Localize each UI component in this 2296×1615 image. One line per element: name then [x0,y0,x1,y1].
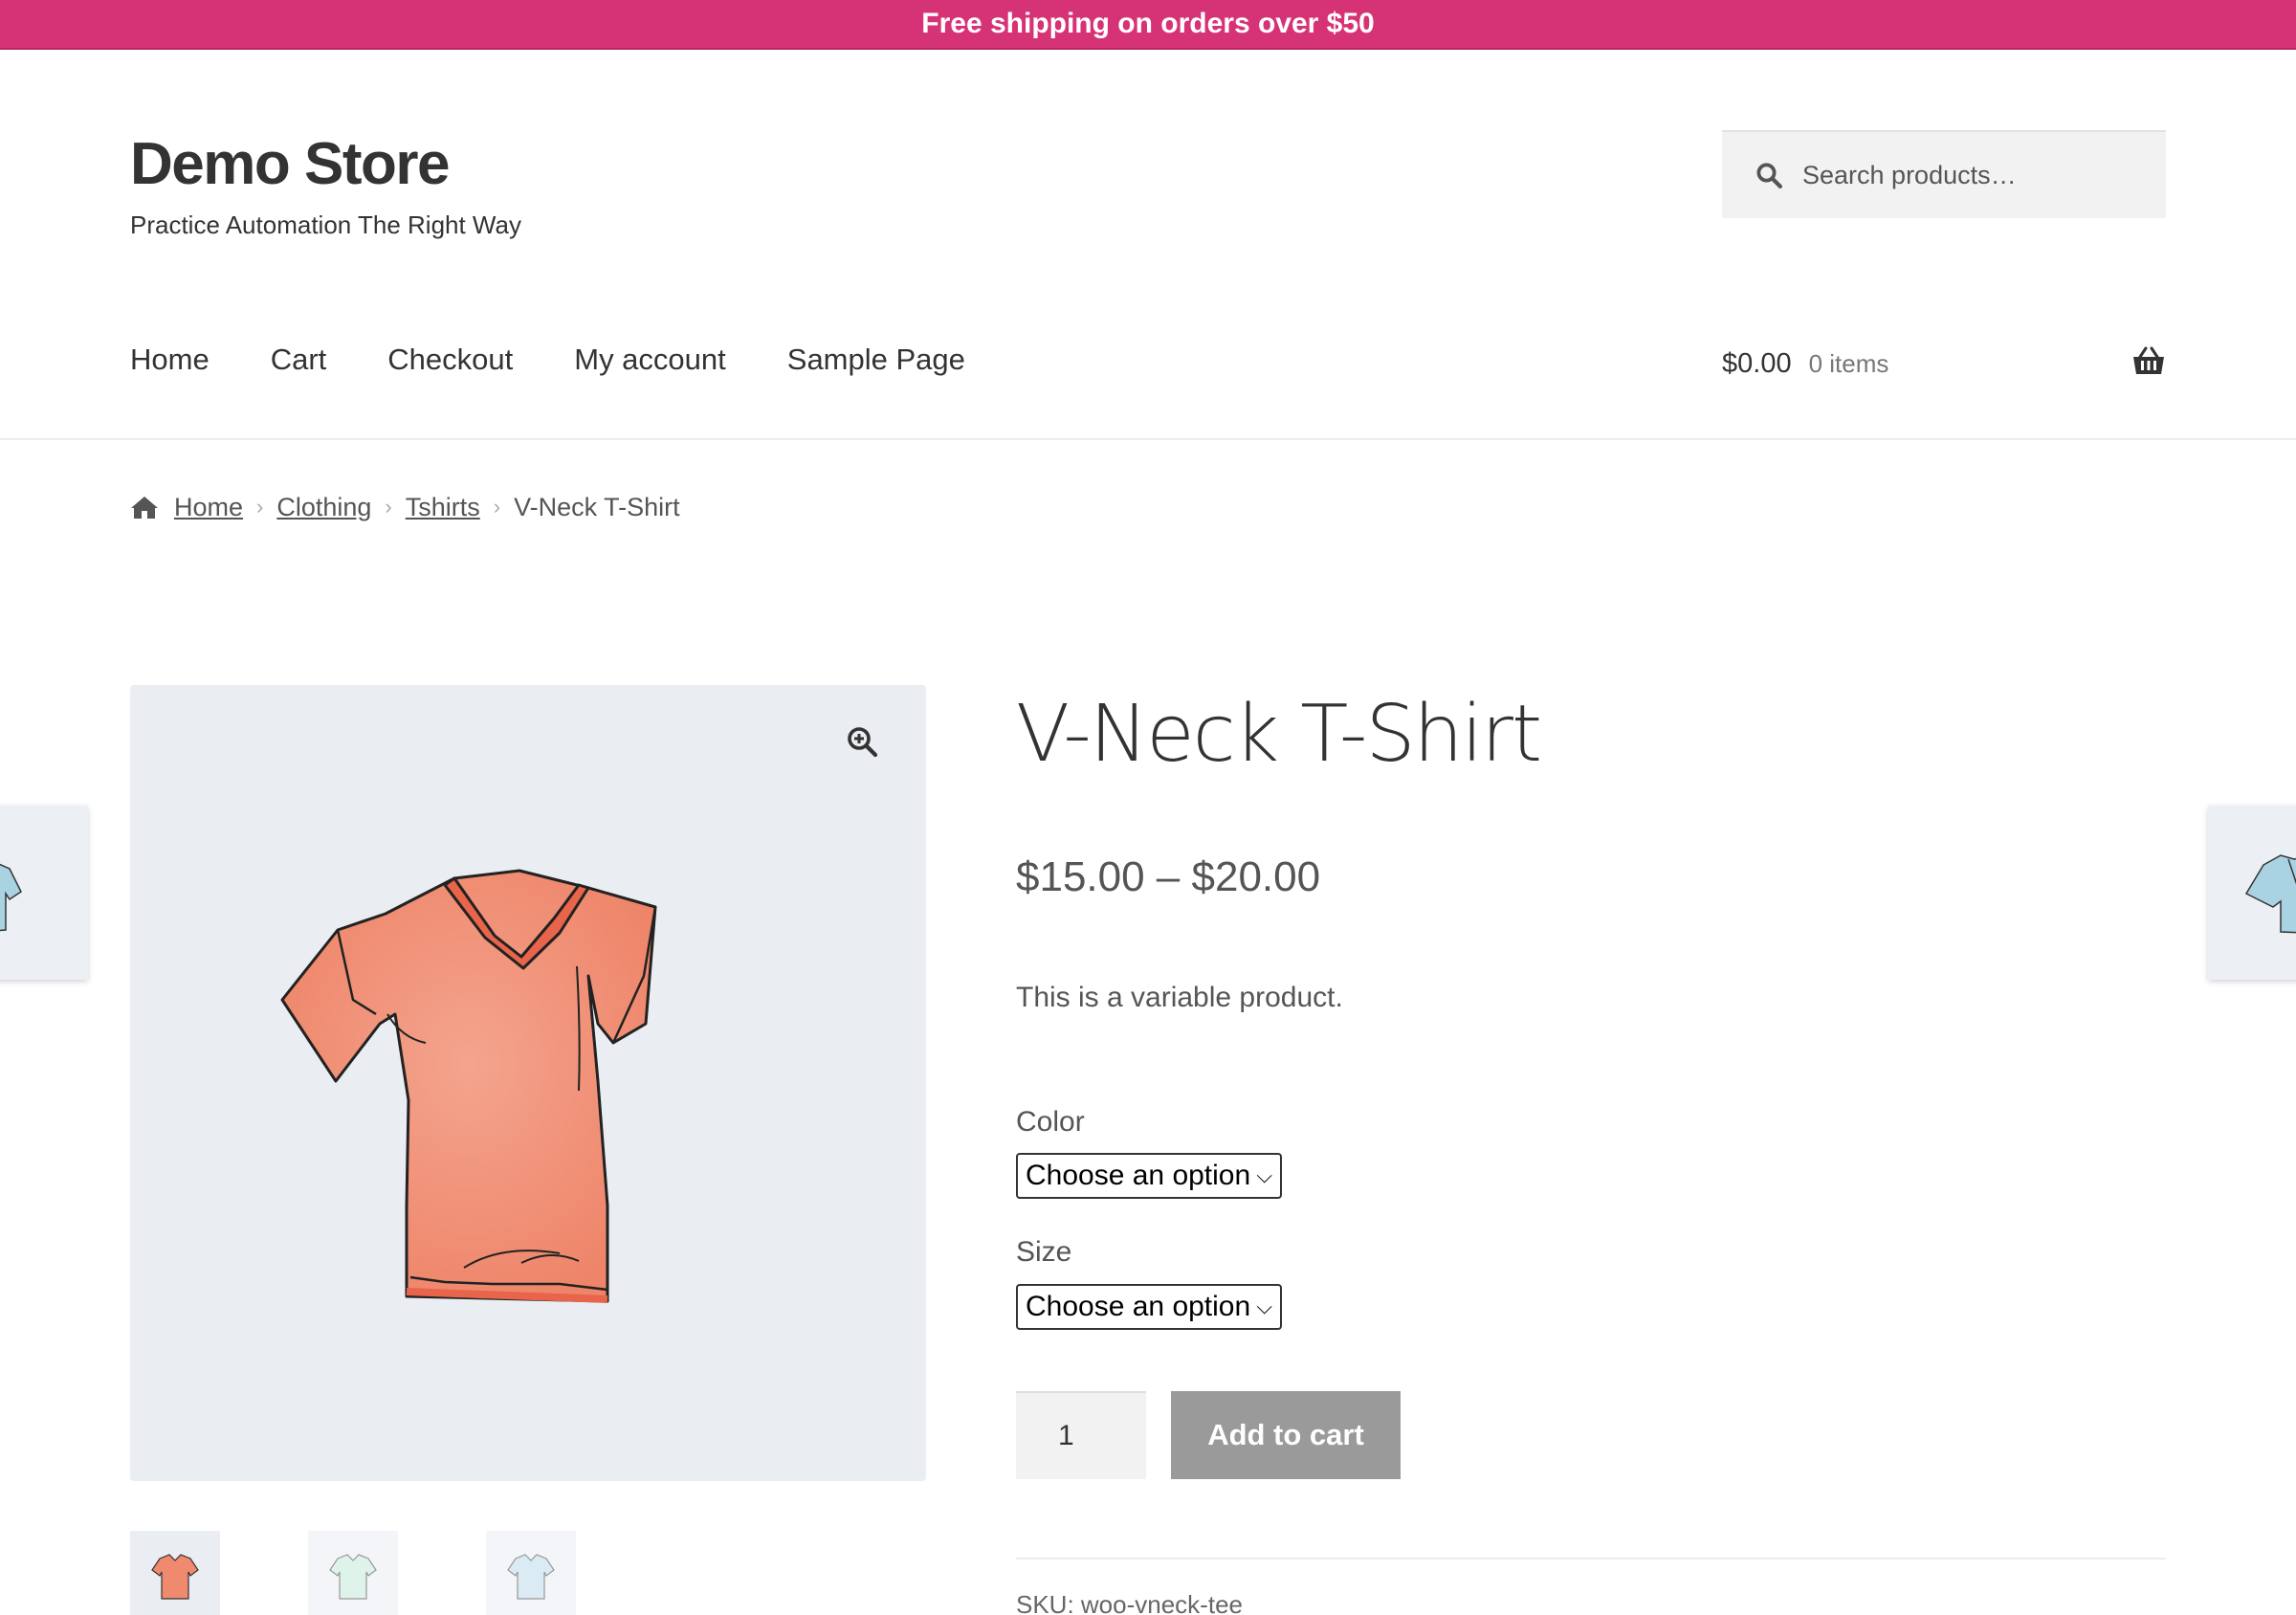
search-icon [1756,163,1782,188]
breadcrumb-separator: › [385,495,392,519]
basket-icon[interactable] [2131,346,2166,377]
chevron-down-icon: ⌵ [1256,1294,1272,1318]
chevron-down-icon: ⌵ [1256,1163,1272,1187]
main-nav: Home Cart Checkout My account Sample Pag… [130,343,965,377]
promo-text: Free shipping on orders over $50 [921,8,1375,39]
quantity-input[interactable] [1016,1391,1146,1479]
product-sku: SKU: woo-vneck-tee [1016,1590,1243,1615]
thumbnail-blue[interactable] [486,1531,576,1615]
nav-home[interactable]: Home [130,343,210,377]
tshirt-icon [2244,854,2296,934]
cart-count[interactable]: 0 items [1809,349,1889,379]
search-box[interactable] [1722,130,2166,218]
cart-amount[interactable]: $0.00 [1722,348,1792,380]
promo-bar: Free shipping on orders over $50 [0,0,2296,50]
color-label: Color [1016,1106,1085,1138]
add-to-cart-button[interactable]: Add to cart [1171,1391,1401,1479]
breadcrumb-separator: › [256,495,264,519]
product-title: V-Neck T-Shirt [1016,689,1542,780]
breadcrumb-separator: › [493,495,501,519]
size-label: Size [1016,1236,1072,1268]
nav-sample-page[interactable]: Sample Page [787,343,965,377]
site-title[interactable]: Demo Store [130,130,450,198]
breadcrumb-clothing[interactable]: Clothing [276,493,371,522]
breadcrumb-home[interactable]: Home [174,493,243,522]
home-icon [131,497,158,519]
breadcrumb-current: V-Neck T-Shirt [514,492,680,521]
page: Free shipping on orders over $50 Demo St… [0,0,2296,1615]
product-short-description: This is a variable product. [1016,982,1343,1013]
thumbnail-green[interactable] [308,1531,398,1615]
previous-product-link[interactable] [0,806,88,980]
search-input[interactable] [1802,160,2147,190]
zoom-icon[interactable] [834,714,890,769]
tshirt-icon [151,1554,199,1600]
site-tagline: Practice Automation The Right Way [130,210,521,239]
breadcrumb-tshirts[interactable]: Tshirts [406,493,480,522]
nav-my-account[interactable]: My account [574,343,726,377]
header-divider [0,438,2296,440]
vneck-tshirt-image [280,869,657,1303]
tshirt-icon [507,1554,555,1600]
gallery-thumbnails [130,1531,576,1615]
product-price: $15.00 – $20.00 [1016,853,1321,900]
tshirt-icon [0,863,22,932]
breadcrumb: Home › Clothing › Tshirts › V-Neck T-Shi… [130,490,680,524]
tshirt-icon [329,1554,377,1600]
color-select-value: Choose an option [1026,1160,1251,1191]
thumbnail-red[interactable] [130,1531,220,1615]
size-select[interactable]: Choose an option ⌵ [1016,1284,1282,1330]
size-select-value: Choose an option [1026,1291,1251,1322]
nav-cart[interactable]: Cart [271,343,327,377]
meta-divider [1016,1558,2166,1560]
nav-checkout[interactable]: Checkout [387,343,513,377]
color-select[interactable]: Choose an option ⌵ [1016,1153,1282,1199]
next-product-link[interactable] [2208,806,2296,980]
header-cart[interactable]: $0.00 0 items [1722,343,2166,385]
